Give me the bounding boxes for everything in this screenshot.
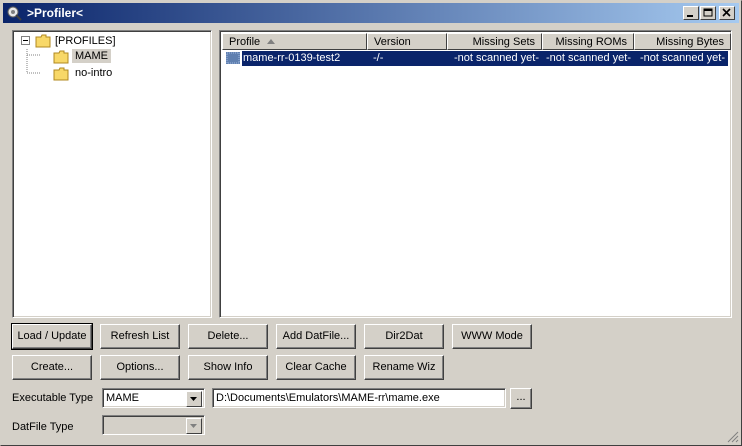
tree-root-label[interactable]: [PROFILES] (55, 35, 116, 47)
chevron-down-icon (190, 424, 197, 428)
executable-path-field[interactable]: D:\Documents\Emulators\MAME-rr\mame.exe (212, 388, 506, 408)
folder-icon (35, 34, 51, 48)
column-label: Version (374, 36, 411, 48)
create-button[interactable]: Create... (12, 355, 92, 380)
delete-button[interactable]: Delete... (188, 324, 268, 349)
title-bar[interactable]: >Profiler< (3, 3, 739, 23)
executable-path-value: D:\Documents\Emulators\MAME-rr\mame.exe (216, 392, 440, 404)
browse-button[interactable]: ... (510, 388, 532, 409)
dropdown-button[interactable] (186, 391, 202, 407)
cell-profile: mame-rr-0139-test2 (243, 51, 363, 66)
column-label: Missing Sets (472, 36, 535, 48)
executable-type-select[interactable]: MAME (102, 388, 205, 408)
tree-item-mame[interactable]: MAME (72, 49, 111, 63)
add-datfile-button[interactable]: Add DatFile... (276, 324, 356, 349)
executable-type-label: Executable Type (12, 392, 94, 404)
www-mode-button[interactable]: WWW Mode (452, 324, 532, 349)
table-row[interactable]: mame-rr-0139-test2 -/- -not scanned yet-… (223, 51, 728, 66)
app-icon (7, 6, 22, 21)
profile-row-icon (226, 52, 240, 64)
column-label: Missing Bytes (656, 36, 724, 48)
sort-ascending-icon (267, 39, 275, 44)
close-icon (722, 8, 731, 17)
profile-tree[interactable]: [PROFILES] MAME no-intro (12, 30, 212, 318)
window-title: >Profiler< (27, 6, 84, 20)
dropdown-button[interactable] (186, 418, 202, 434)
tree-item-no-intro[interactable]: no-intro (75, 67, 112, 79)
minimize-icon (687, 15, 693, 17)
tree-expander[interactable] (21, 36, 30, 45)
column-header-missing-sets[interactable]: Missing Sets (447, 33, 542, 50)
cell-missing-bytes: -not scanned yet- (637, 51, 725, 66)
show-info-button[interactable]: Show Info (188, 355, 268, 380)
executable-type-value: MAME (106, 392, 139, 404)
column-label: Profile (229, 36, 261, 48)
chevron-down-icon (190, 397, 197, 401)
dir2dat-button[interactable]: Dir2Dat (364, 324, 444, 349)
maximize-icon (703, 8, 713, 17)
maximize-button[interactable] (700, 6, 716, 20)
datfile-type-select[interactable] (102, 415, 205, 435)
folder-icon (53, 67, 69, 81)
options-button[interactable]: Options... (100, 355, 180, 380)
folder-icon (53, 50, 69, 64)
column-header-version[interactable]: Version (367, 33, 447, 50)
column-header-profile[interactable]: Profile (222, 33, 367, 50)
profiler-window: >Profiler< [PROFILES] MAME no-intro Prof… (0, 0, 742, 446)
close-button[interactable] (719, 6, 735, 20)
rename-wiz-button[interactable]: Rename Wiz (364, 355, 444, 380)
profile-list[interactable]: Profile Version Missing Sets Missing ROM… (219, 30, 732, 318)
cell-missing-roms: -not scanned yet- (545, 51, 631, 66)
refresh-list-button[interactable]: Refresh List (100, 324, 180, 349)
cell-missing-sets: -not scanned yet- (451, 51, 539, 66)
clear-cache-button[interactable]: Clear Cache (276, 355, 356, 380)
column-header-missing-roms[interactable]: Missing ROMs (542, 33, 634, 50)
list-header: Profile Version Missing Sets Missing ROM… (222, 33, 731, 50)
resize-grip-icon[interactable] (727, 431, 739, 443)
load-update-button[interactable]: Load / Update (11, 323, 93, 350)
cell-version: -/- (373, 51, 433, 66)
column-header-missing-bytes[interactable]: Missing Bytes (634, 33, 731, 50)
column-label: Missing ROMs (555, 36, 627, 48)
datfile-type-label: DatFile Type (12, 421, 74, 433)
collapse-icon (23, 40, 28, 41)
minimize-button[interactable] (683, 6, 699, 20)
